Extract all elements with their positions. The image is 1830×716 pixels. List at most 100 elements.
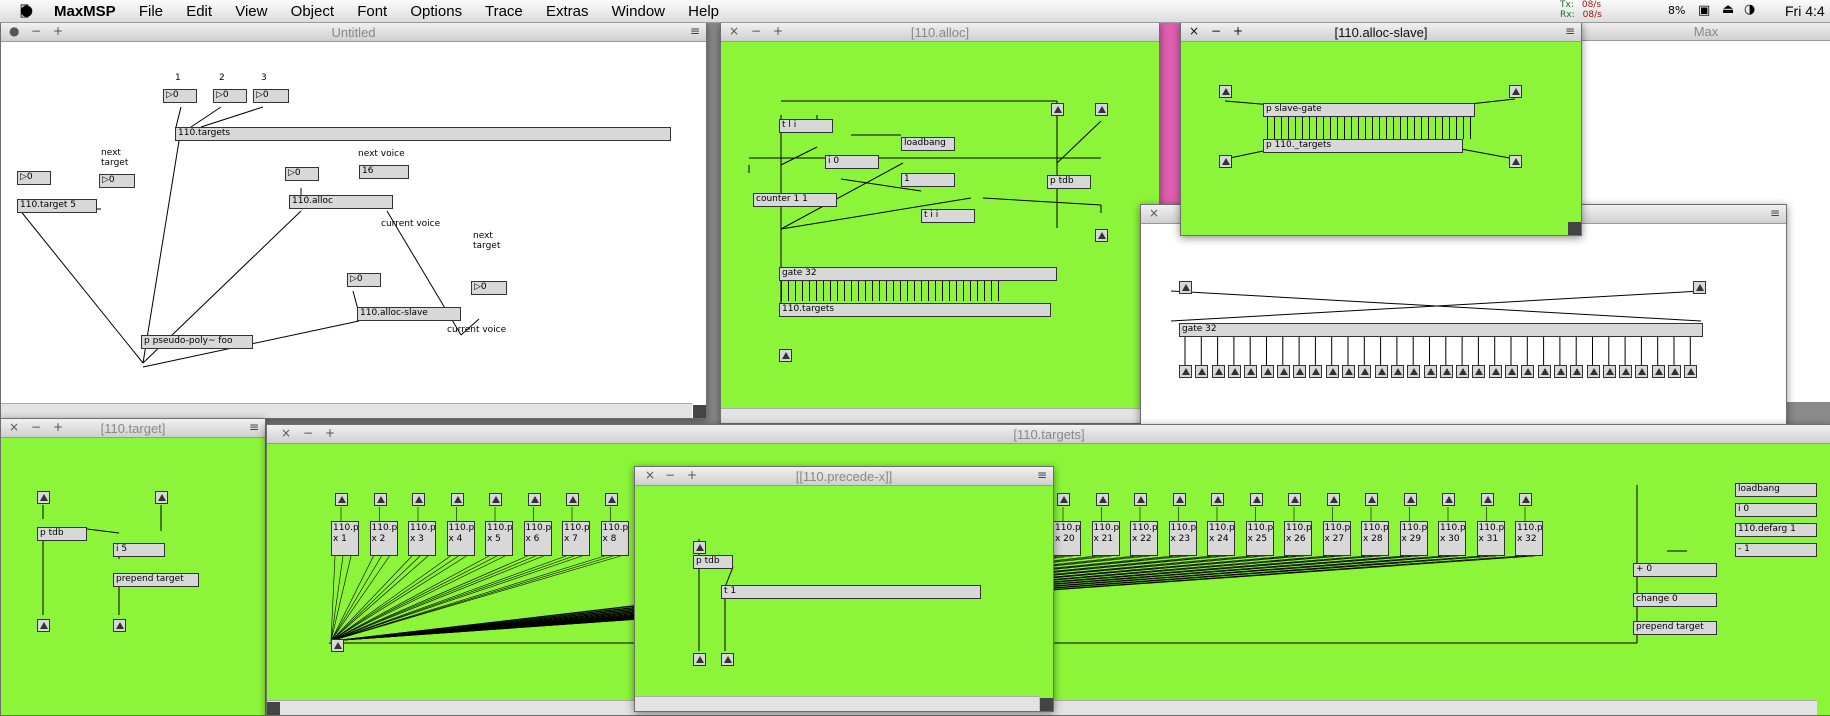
title-bar[interactable]: Max — [1581, 22, 1830, 41]
grow-icon[interactable] — [693, 405, 706, 418]
number-box-voice-count[interactable]: 16 — [359, 165, 409, 179]
object-int[interactable]: i 5 — [113, 543, 165, 557]
bang-icon[interactable] — [1570, 365, 1584, 378]
object-tdb[interactable]: p tdb — [693, 555, 733, 569]
object-precede-x[interactable]: 110.precede-x 7 — [562, 521, 590, 556]
bang-icon[interactable] — [335, 493, 348, 506]
bang-icon[interactable] — [1456, 365, 1470, 378]
bang-icon[interactable] — [37, 491, 50, 504]
object-precede-x[interactable]: 110.precede-x 24 — [1207, 521, 1235, 556]
object-tdb[interactable]: p tdb — [37, 527, 87, 541]
number-box[interactable]: ▷0 — [285, 167, 319, 181]
bang-icon[interactable] — [1195, 365, 1209, 378]
object-precede-x[interactable]: 110.precede-x 31 — [1476, 521, 1505, 556]
object-precede-x[interactable]: 110.precede-x 23 — [1168, 521, 1197, 556]
display-icon[interactable]: ▣ — [1698, 3, 1710, 18]
volume-icon[interactable]: ◑ — [1744, 2, 1755, 17]
bang-icon[interactable] — [1211, 365, 1225, 378]
bang-icon[interactable] — [1325, 365, 1339, 378]
object-precede-x[interactable]: 110.precede-x 3 — [408, 521, 436, 556]
object-precede-x[interactable]: 110.precede-x 21 — [1091, 521, 1120, 556]
object-loadbang[interactable]: loadbang — [1735, 483, 1817, 497]
bang-icon[interactable] — [1619, 365, 1633, 378]
object-110-alloc[interactable]: 110.alloc — [289, 195, 393, 209]
menu-options[interactable]: Options — [410, 3, 462, 20]
menu-object[interactable]: Object — [291, 3, 334, 20]
bang-icon[interactable] — [1442, 493, 1455, 506]
grow-icon[interactable] — [267, 702, 280, 715]
bang-icon[interactable] — [1219, 155, 1232, 168]
bang-icon[interactable] — [1509, 85, 1522, 98]
bang-icon[interactable] — [1358, 365, 1372, 378]
grow-icon[interactable] — [1040, 698, 1053, 711]
bang-icon[interactable] — [1423, 365, 1437, 378]
bang-icon[interactable] — [1134, 493, 1147, 506]
bang-icon[interactable] — [1651, 365, 1665, 378]
menu-extras[interactable]: Extras — [546, 3, 589, 20]
object-precede-x[interactable]: 110.precede-x 22 — [1130, 521, 1158, 556]
object-int[interactable]: i 0 — [825, 155, 879, 169]
bang-icon[interactable] — [1342, 365, 1355, 378]
bang-icon[interactable] — [1276, 365, 1290, 378]
bang-icon[interactable] — [693, 541, 706, 554]
bang-icon[interactable] — [450, 493, 464, 506]
horizontal-scrollbar[interactable] — [635, 696, 1039, 711]
bang-icon[interactable] — [1407, 365, 1421, 378]
object-trigger[interactable]: t 1 — [721, 585, 981, 599]
bang-icon[interactable] — [1326, 493, 1340, 506]
menu-font[interactable]: Font — [357, 3, 387, 20]
bang-icon[interactable] — [1095, 229, 1108, 242]
bang-icon[interactable] — [1244, 365, 1258, 378]
object-precede-x[interactable]: 110.precede-x 29 — [1399, 521, 1428, 556]
bang-icon[interactable] — [1505, 365, 1518, 378]
object-tdb[interactable]: p tdb — [1047, 175, 1091, 189]
menu-file[interactable]: File — [139, 3, 163, 20]
object-110-targets[interactable]: 110.targets — [175, 127, 671, 141]
bang-icon[interactable] — [1521, 365, 1535, 378]
bang-icon[interactable] — [1509, 155, 1522, 168]
menu-trace[interactable]: Trace — [485, 3, 523, 20]
object-precede-x[interactable]: 110.precede-x 6 — [523, 521, 552, 556]
bang-icon[interactable] — [37, 619, 50, 632]
object-defarg[interactable]: 110.defarg 1 — [1735, 523, 1817, 537]
object-precede-x[interactable]: 110.precede-x 4 — [446, 521, 475, 556]
bang-icon[interactable] — [1179, 281, 1192, 294]
bang-icon[interactable] — [155, 491, 168, 504]
horizontal-scrollbar[interactable] — [721, 408, 1145, 423]
menu-view[interactable]: View — [235, 3, 267, 20]
bang-icon[interactable] — [373, 493, 387, 506]
object-precede-x[interactable]: 110.precede-x 28 — [1361, 521, 1389, 556]
eject-icon[interactable]: ⏏ — [1722, 2, 1734, 17]
object-change[interactable]: change 0 — [1633, 593, 1717, 607]
object-trigger-ii[interactable]: t i i — [921, 209, 975, 223]
message-one[interactable]: 1 — [901, 173, 955, 187]
bang-icon[interactable] — [721, 653, 734, 666]
bang-icon[interactable] — [1051, 103, 1064, 116]
object-precede-x[interactable]: 110.precede-x 25 — [1245, 521, 1274, 556]
bang-icon[interactable] — [1293, 365, 1307, 378]
object-110-alloc-slave[interactable]: 110.alloc-slave — [357, 307, 461, 321]
bang-icon[interactable] — [1095, 103, 1108, 116]
bang-icon[interactable] — [527, 493, 541, 506]
number-box[interactable]: ▷0 — [347, 273, 381, 287]
bang-icon[interactable] — [1211, 493, 1224, 506]
bang-icon[interactable] — [1472, 365, 1486, 378]
grow-icon[interactable] — [1568, 222, 1581, 235]
object-precede-x[interactable]: 110.precede-x 26 — [1284, 521, 1312, 556]
bang-icon[interactable] — [693, 653, 706, 666]
number-box[interactable]: ▷0 — [17, 171, 51, 185]
bang-icon[interactable] — [113, 619, 126, 632]
number-box[interactable]: ▷0 — [471, 281, 507, 295]
number-box[interactable]: ▷0 — [99, 174, 135, 188]
bang-icon[interactable] — [1635, 365, 1649, 378]
object-precede-x[interactable]: 110.precede-x 27 — [1322, 521, 1351, 556]
bang-icon[interactable] — [1365, 493, 1378, 506]
bang-icon[interactable] — [1219, 85, 1232, 98]
bang-icon[interactable] — [1227, 365, 1241, 378]
bang-icon[interactable] — [1668, 365, 1681, 378]
number-box[interactable]: ▷0 — [253, 89, 289, 103]
object-minus[interactable]: - 1 — [1735, 543, 1817, 557]
bang-icon[interactable] — [1480, 493, 1494, 506]
bang-icon[interactable] — [1488, 365, 1502, 378]
number-box[interactable]: ▷0 — [163, 89, 197, 103]
